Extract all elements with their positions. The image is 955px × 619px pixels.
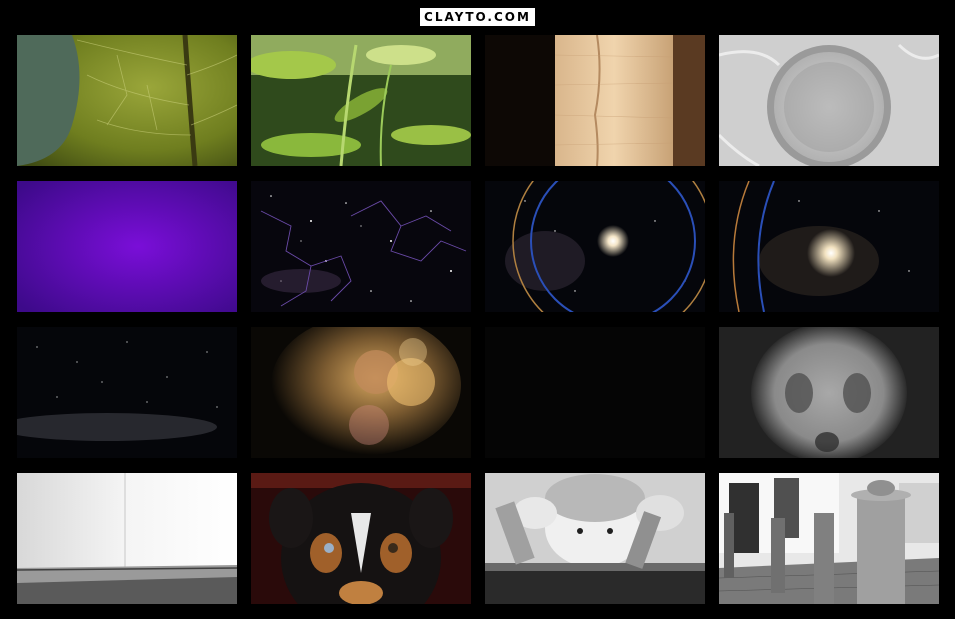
thumbnail-purple[interactable] — [17, 181, 237, 312]
site-logo[interactable]: CLAYTO.COM — [420, 8, 535, 26]
white-interior-thumbnail — [17, 473, 237, 604]
paper-lantern-thumbnail — [485, 35, 705, 166]
fabric-seal-thumbnail — [719, 35, 939, 166]
child-peeking-thumbnail — [485, 473, 705, 604]
thumbnail-star-arcs[interactable] — [719, 181, 939, 312]
bokeh-face-thumbnail — [251, 327, 471, 458]
thumbnail-white-interior[interactable] — [17, 473, 237, 604]
constellation-lines-thumbnail — [251, 181, 471, 312]
thumbnail-fabric[interactable] — [719, 35, 939, 166]
star-circle-orbit-thumbnail — [485, 181, 705, 312]
thumbnail-child[interactable] — [485, 473, 705, 604]
thumbnail-bokeh[interactable] — [251, 327, 471, 458]
thumbnail-dog[interactable] — [251, 473, 471, 604]
street-bollards-thumbnail — [719, 473, 939, 604]
thumbnail-star-orbit[interactable] — [485, 181, 705, 312]
site-header: CLAYTO.COM — [0, 0, 955, 34]
thumbnail-bollards[interactable] — [719, 473, 939, 604]
thumbnail-blurry-face[interactable] — [719, 327, 939, 458]
thumbnail-grid — [17, 35, 939, 604]
thumbnail-leaf[interactable] — [17, 35, 237, 166]
thumbnail-lantern[interactable] — [485, 35, 705, 166]
green-plants-thumbnail — [251, 35, 471, 166]
thumbnail-milky-way[interactable] — [17, 327, 237, 458]
purple-gradient-thumbnail — [17, 181, 237, 312]
thumbnail-constellations[interactable] — [251, 181, 471, 312]
black-frame-thumbnail — [485, 327, 705, 458]
thumbnail-black[interactable] — [485, 327, 705, 458]
thumbnail-plants[interactable] — [251, 35, 471, 166]
bright-star-arcs-thumbnail — [719, 181, 939, 312]
blurry-face-thumbnail — [719, 327, 939, 458]
dog-portrait-thumbnail — [251, 473, 471, 604]
milky-way-thumbnail — [17, 327, 237, 458]
leaf-closeup-thumbnail — [17, 35, 237, 166]
